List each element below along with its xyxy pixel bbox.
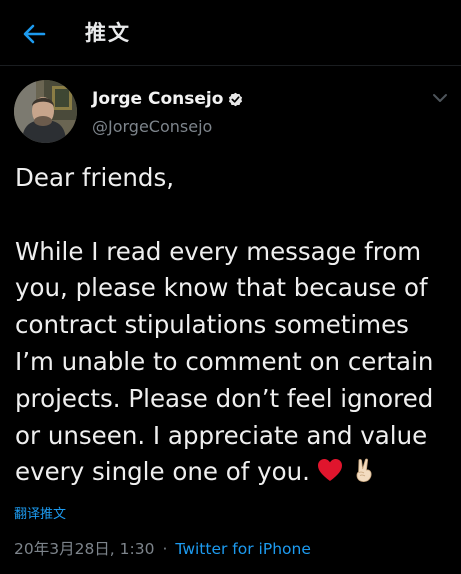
author-handle[interactable]: @JorgeConsejo (92, 115, 212, 139)
tweet-meta: 20年3月28日, 1:30 · Twitter for iPhone (14, 538, 311, 560)
avatar[interactable] (14, 80, 77, 143)
top-bar: 推文 (0, 0, 461, 66)
verified-badge-icon (229, 92, 243, 106)
victory-hand-icon (356, 459, 372, 483)
tweet-source-link[interactable]: Twitter for iPhone (175, 540, 310, 558)
meta-separator: · (162, 540, 168, 558)
translate-tweet-link[interactable]: 翻译推文 (14, 506, 66, 524)
red-heart-icon (317, 459, 342, 482)
tweet-text: Dear friends, While I read every message… (15, 160, 455, 491)
author-name-row[interactable]: Jorge Consejo (92, 86, 244, 112)
page-title: 推文 (85, 21, 131, 45)
author-display-name[interactable]: Jorge Consejo (92, 89, 223, 109)
tweet-timestamp[interactable]: 20年3月28日, 1:30 (14, 540, 154, 558)
tweet-text-content: Dear friends, While I read every message… (15, 163, 434, 487)
arrow-left-icon[interactable] (20, 20, 48, 48)
chevron-down-icon[interactable] (431, 92, 449, 104)
